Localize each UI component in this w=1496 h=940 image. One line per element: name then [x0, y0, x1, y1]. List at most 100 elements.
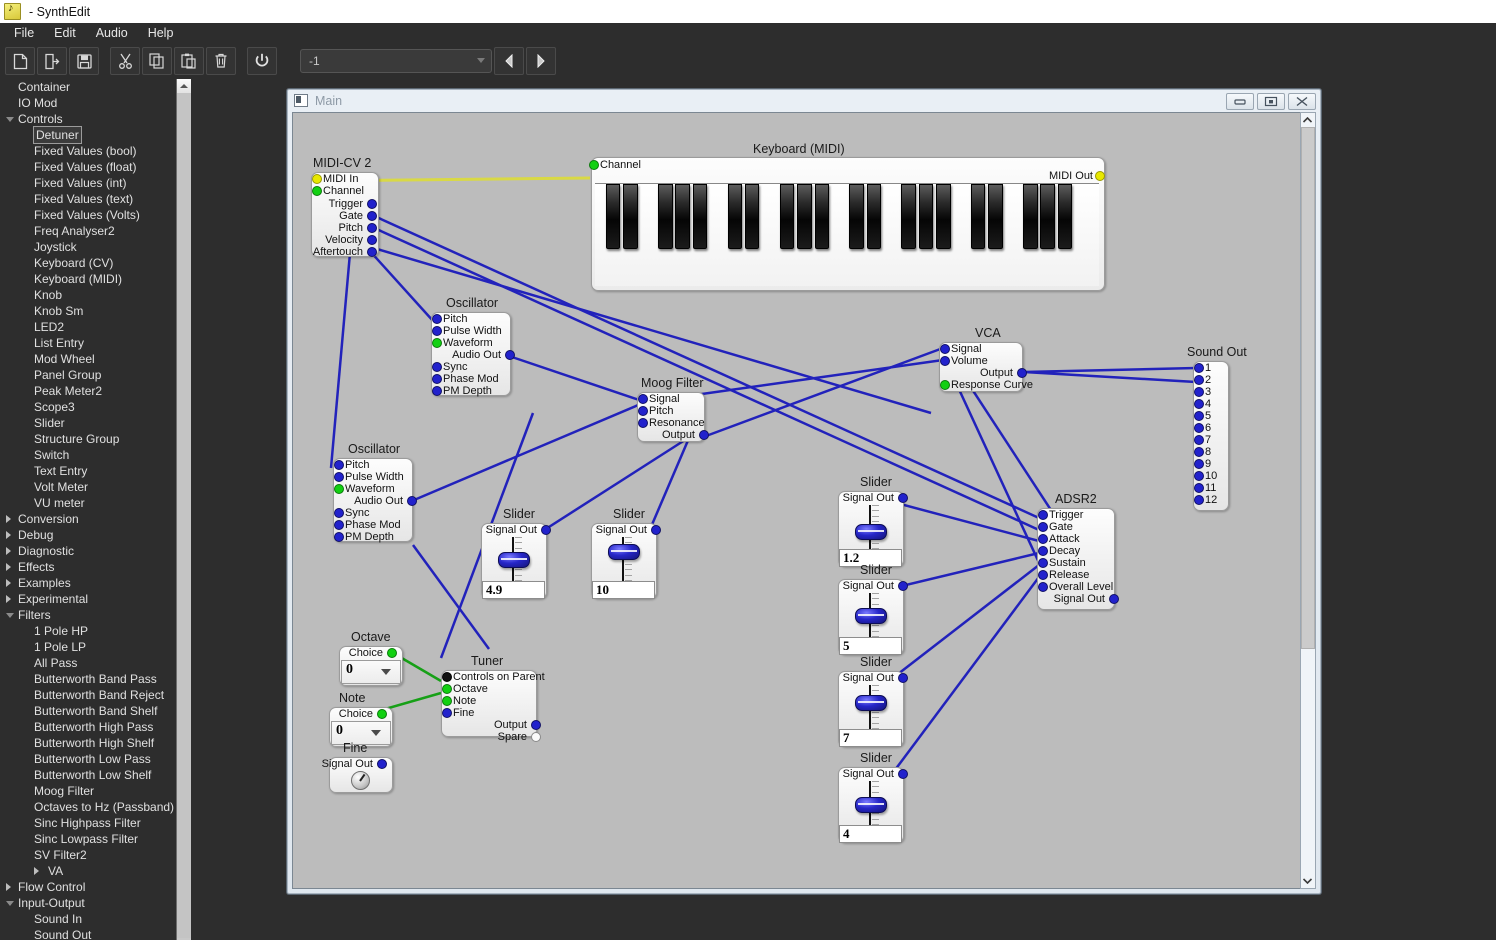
close-button[interactable] [1288, 93, 1316, 110]
tree-item-panel-group[interactable]: Panel Group [0, 367, 176, 383]
pin-soundout-3[interactable] [1194, 387, 1204, 397]
pin-slider-4-signal-out[interactable] [898, 673, 908, 683]
tree-item-peak-meter2[interactable]: Peak Meter2 [0, 383, 176, 399]
pin-vca-signal[interactable] [940, 344, 950, 354]
pin-osc1-waveform[interactable] [432, 338, 442, 348]
piano-black-key[interactable] [901, 184, 916, 250]
pin-velocity-out[interactable] [367, 235, 377, 245]
piano-black-key[interactable] [623, 184, 638, 250]
menu-help[interactable]: Help [138, 24, 184, 42]
tree-item-octaves-to-hz-passband[interactable]: Octaves to Hz (Passband) [0, 799, 176, 815]
pin-channel-in[interactable] [312, 186, 322, 196]
pin-note-choice[interactable] [377, 709, 387, 719]
piano-black-key[interactable] [675, 184, 690, 250]
tree-item-list-entry[interactable]: List Entry [0, 335, 176, 351]
piano-black-key[interactable] [988, 184, 1003, 250]
pin-soundout-11[interactable] [1194, 483, 1204, 493]
piano-black-key[interactable] [849, 184, 864, 250]
pin-osc1-sync[interactable] [432, 362, 442, 372]
pin-osc2-sync[interactable] [334, 508, 344, 518]
pin-osc1-phase-mod[interactable] [432, 374, 442, 384]
tree-item-freq-analyser2[interactable]: Freq Analyser2 [0, 223, 176, 239]
note-chevron-down-icon[interactable] [371, 730, 381, 736]
piano-black-key[interactable] [779, 184, 795, 250]
pin-adsr-signal-out[interactable] [1109, 594, 1119, 604]
canvas-scroll-down-icon[interactable] [1301, 874, 1313, 888]
pin-soundout-10[interactable] [1194, 471, 1204, 481]
piano-black-key[interactable] [605, 184, 621, 250]
pin-osc2-pulse-width[interactable] [334, 472, 344, 482]
pin-moog-output[interactable] [699, 430, 709, 440]
pin-vca-response-curve[interactable] [940, 380, 950, 390]
pin-adsr-attack[interactable] [1038, 534, 1048, 544]
tree-item-filters[interactable]: Filters [0, 607, 176, 623]
tree-item-butterworth-band-pass[interactable]: Butterworth Band Pass [0, 671, 176, 687]
chevron-right-icon[interactable] [6, 563, 11, 571]
pin-soundout-6[interactable] [1194, 423, 1204, 433]
tree-item-flow-control[interactable]: Flow Control [0, 879, 176, 895]
tree-item-detuner[interactable]: Detuner [0, 126, 176, 144]
chevron-down-icon[interactable] [6, 117, 14, 126]
pin-adsr-trigger[interactable] [1038, 510, 1048, 520]
tree-item-mod-wheel[interactable]: Mod Wheel [0, 351, 176, 367]
pin-soundout-7[interactable] [1194, 435, 1204, 445]
piano-black-key[interactable] [658, 184, 673, 250]
pin-adsr-gate[interactable] [1038, 522, 1048, 532]
slider-4-handle[interactable] [855, 695, 887, 712]
slider-0-handle[interactable] [498, 552, 530, 568]
tree-item-fixed-values-bool[interactable]: Fixed Values (bool) [0, 143, 176, 159]
new-file-button[interactable] [5, 47, 35, 75]
tree-item-sinc-lowpass-filter[interactable]: Sinc Lowpass Filter [0, 831, 176, 847]
cut-button[interactable] [110, 47, 140, 75]
pin-octave-choice[interactable] [387, 648, 397, 658]
module-tree[interactable]: Container IO Mod Controls Detuner Fixed Valu… [0, 79, 176, 940]
pin-keyboard-midi-out[interactable] [1095, 171, 1105, 181]
power-button[interactable] [247, 47, 277, 75]
tree-item-effects[interactable]: Effects [0, 559, 176, 575]
minimize-button[interactable] [1226, 93, 1254, 110]
pin-adsr-overall-level[interactable] [1038, 582, 1048, 592]
tree-item-structure-group[interactable]: Structure Group [0, 431, 176, 447]
pin-adsr-decay[interactable] [1038, 546, 1048, 556]
pin-trigger-out[interactable] [367, 199, 377, 209]
fine-knob[interactable] [351, 771, 370, 790]
tree-item-fixed-values-text[interactable]: Fixed Values (text) [0, 191, 176, 207]
restore-button[interactable] [1257, 93, 1285, 110]
slider-0-value[interactable]: 4.9 [482, 581, 545, 599]
pin-osc1-pitch[interactable] [432, 314, 442, 324]
piano-black-key[interactable] [1040, 184, 1055, 250]
chevron-down-icon[interactable] [6, 901, 14, 910]
menu-file[interactable]: File [4, 24, 44, 42]
pin-soundout-1[interactable] [1194, 363, 1204, 373]
canvas-scroll-thumb[interactable] [1301, 127, 1315, 649]
tree-item-slider[interactable]: Slider [0, 415, 176, 431]
pin-osc2-pm-depth[interactable] [334, 532, 344, 542]
pin-slider-0-signal-out[interactable] [541, 525, 551, 535]
slider-5-value[interactable]: 4 [839, 825, 902, 843]
tree-item-fixed-values-volts[interactable]: Fixed Values (Volts) [0, 207, 176, 223]
piano-black-key[interactable] [936, 184, 951, 250]
tree-item-1-pole-hp[interactable]: 1 Pole HP [0, 623, 176, 639]
tree-item-diagnostic[interactable]: Diagnostic [0, 543, 176, 559]
tree-item-text-entry[interactable]: Text Entry [0, 463, 176, 479]
pin-soundout-9[interactable] [1194, 459, 1204, 469]
pin-soundout-4[interactable] [1194, 399, 1204, 409]
piano-black-key[interactable] [866, 184, 882, 250]
pin-tuner-output[interactable] [531, 720, 541, 730]
pin-slider-5-signal-out[interactable] [898, 769, 908, 779]
tree-item-butterworth-band-shelf[interactable]: Butterworth Band Shelf [0, 703, 176, 719]
preset-combo[interactable]: -1 [300, 49, 492, 73]
menu-edit[interactable]: Edit [44, 24, 86, 42]
tree-item-sound-in[interactable]: Sound In [0, 911, 176, 927]
tree-item-sv-filter2[interactable]: SV Filter2 [0, 847, 176, 863]
pin-aftertouch-out[interactable] [367, 247, 377, 257]
piano-black-key[interactable] [1023, 184, 1038, 250]
tree-item-input-output[interactable]: Input-Output [0, 895, 176, 911]
tree-item-moog-filter[interactable]: Moog Filter [0, 783, 176, 799]
pin-soundout-8[interactable] [1194, 447, 1204, 457]
tree-item-examples[interactable]: Examples [0, 575, 176, 591]
pin-osc1-pm-depth[interactable] [432, 386, 442, 396]
tree-item-fixed-values-float[interactable]: Fixed Values (float) [0, 159, 176, 175]
chevron-right-icon[interactable] [6, 515, 11, 523]
chevron-right-icon[interactable] [6, 883, 11, 891]
